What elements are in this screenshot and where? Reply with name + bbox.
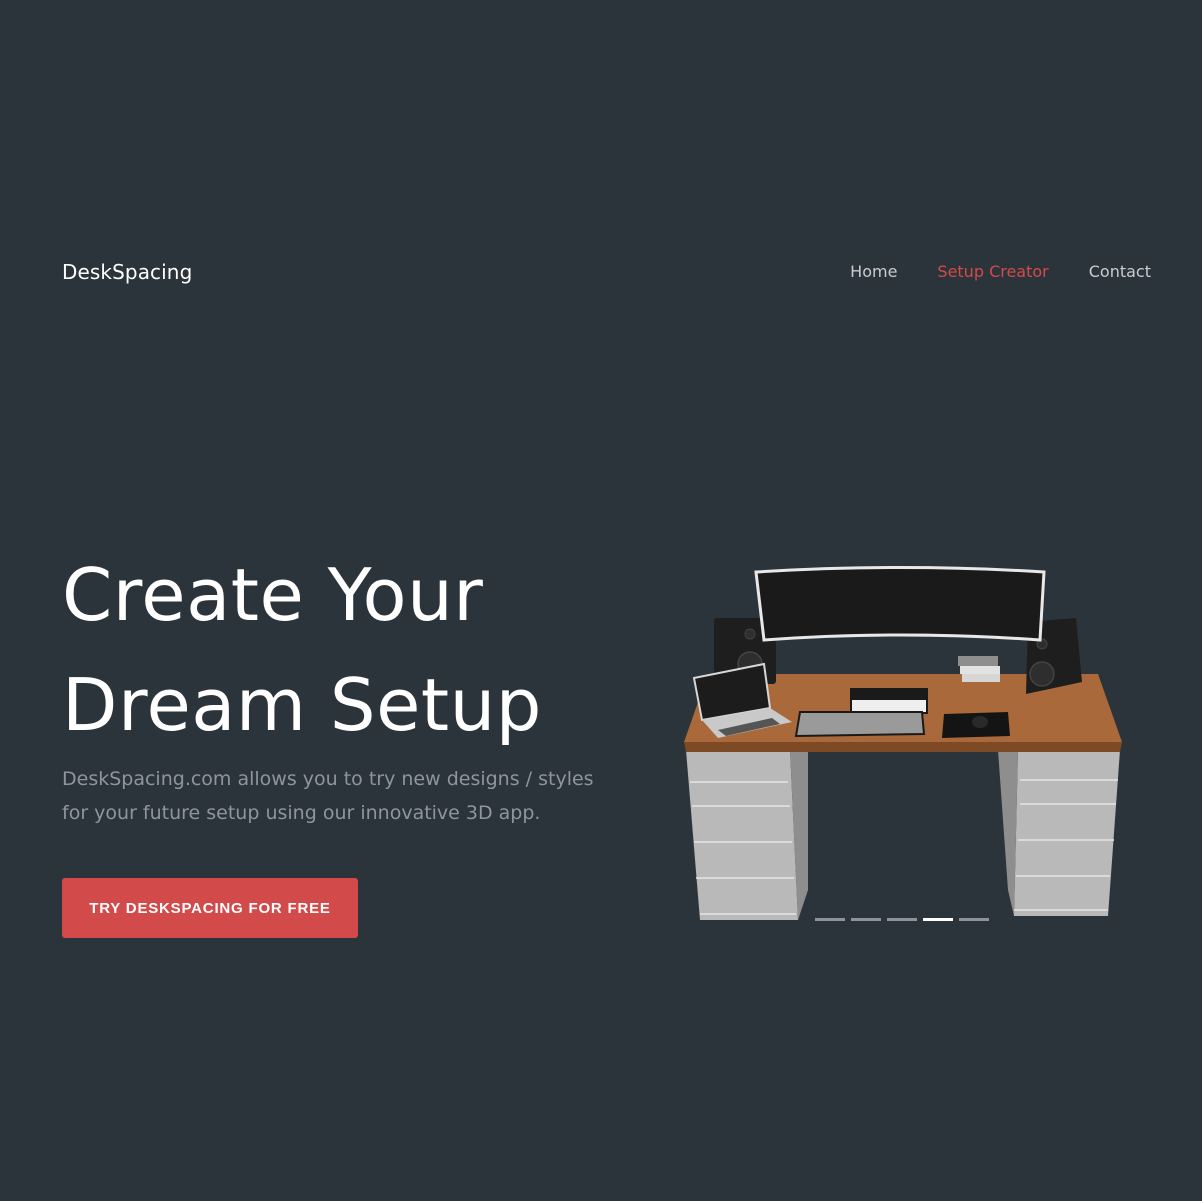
right-drawer-unit	[998, 750, 1120, 916]
carousel-indicators	[815, 918, 989, 921]
desk-setup-illustration	[684, 566, 1122, 920]
landing-page: DeskSpacing Home Setup Creator Contact C…	[0, 0, 1202, 1201]
try-free-button[interactable]: TRY DESKSPACING FOR FREE	[62, 878, 358, 938]
hero-headline-line-2: Dream Setup	[62, 663, 542, 747]
midi-keyboard	[850, 688, 928, 714]
brand-logo[interactable]: DeskSpacing	[62, 260, 192, 284]
computer-keyboard	[794, 711, 926, 738]
nav-home[interactable]: Home	[850, 262, 897, 281]
carousel-dot-3[interactable]	[887, 918, 917, 921]
carousel-dot-1[interactable]	[815, 918, 845, 921]
nav-setup-creator[interactable]: Setup Creator	[937, 262, 1048, 281]
carousel-dot-4[interactable]	[923, 918, 953, 921]
main-nav: Home Setup Creator Contact	[850, 262, 1151, 281]
hero-subtitle: DeskSpacing.com allows you to try new de…	[62, 768, 594, 824]
hero-headline-line-1: Create Your	[62, 553, 484, 637]
mouse-pad	[942, 712, 1010, 738]
left-drawer-unit	[686, 750, 808, 920]
books	[958, 656, 1000, 682]
hero-headline: Create Your Dream Setup	[62, 540, 542, 760]
nav-contact[interactable]: Contact	[1089, 262, 1151, 281]
curved-monitor	[754, 566, 1046, 642]
carousel-dot-2[interactable]	[851, 918, 881, 921]
carousel-dot-5[interactable]	[959, 918, 989, 921]
